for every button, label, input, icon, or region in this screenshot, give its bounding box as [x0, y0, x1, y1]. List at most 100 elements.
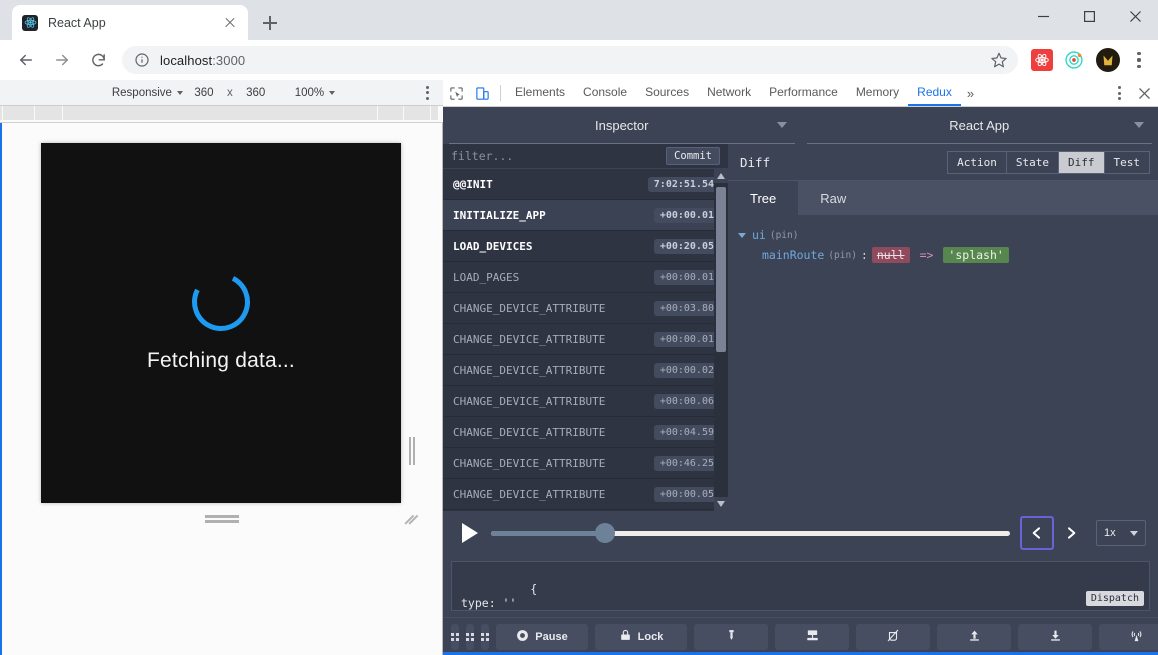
tree-node-pin[interactable]: (pin): [828, 250, 857, 261]
import-button[interactable]: [937, 623, 1011, 650]
tab-sources[interactable]: Sources: [636, 80, 698, 106]
scrollbar-thumb[interactable]: [716, 187, 726, 352]
bookmark-star-icon[interactable]: [990, 51, 1008, 69]
instance-select[interactable]: React App: [806, 107, 1152, 144]
close-icon[interactable]: [1112, 0, 1158, 32]
devtools-right-controls: [1108, 80, 1158, 106]
disable-button[interactable]: [856, 623, 930, 650]
action-timestamp: +00:46.25: [653, 455, 720, 471]
tab-test[interactable]: Test: [1103, 150, 1150, 174]
tree-node-pin[interactable]: (pin): [770, 230, 799, 241]
action-row[interactable]: CHANGE_DEVICE_ATTRIBUTE +00:03.80: [443, 293, 728, 324]
tab-network[interactable]: Network: [698, 80, 760, 106]
viewport-resize-handle-corner[interactable]: [403, 511, 419, 527]
tab-performance[interactable]: Performance: [760, 80, 847, 106]
kebab-menu-icon[interactable]: [1128, 47, 1150, 73]
viewport-resize-handle-bottom[interactable]: [205, 514, 239, 524]
action-row[interactable]: @@INIT 7:02:51.54: [443, 169, 728, 200]
new-tab-button[interactable]: [258, 11, 282, 35]
forward-arrow-icon[interactable]: [47, 45, 77, 75]
page-viewport-area: Fetching data...: [0, 123, 443, 655]
action-name: CHANGE_DEVICE_ATTRIBUTE: [453, 487, 606, 501]
action-timestamp: +00:00.01: [653, 269, 720, 285]
play-icon[interactable]: [455, 518, 485, 548]
action-row[interactable]: CHANGE_DEVICE_ATTRIBUTE +00:04.59: [443, 417, 728, 448]
tab-redux[interactable]: Redux: [908, 80, 961, 106]
minimize-icon[interactable]: [1020, 0, 1066, 32]
action-name: CHANGE_DEVICE_ATTRIBUTE: [453, 332, 606, 346]
redux-body: Commit @@INIT 7:02:51.54 INITIALIZE_APP …: [443, 144, 1158, 511]
search-input[interactable]: [451, 149, 667, 163]
address-bar[interactable]: localhost:3000: [122, 46, 1018, 74]
device-preset-select[interactable]: Responsive: [108, 87, 187, 99]
dispatcher-input[interactable]: { type: '' } Dispatch: [451, 561, 1150, 611]
devtools-tabbar: Elements Console Sources Network Perform…: [443, 80, 1158, 107]
step-back-button[interactable]: [1020, 516, 1054, 550]
layout-auto-button[interactable]: [481, 623, 489, 650]
action-row[interactable]: CHANGE_DEVICE_ATTRIBUTE +00:00.05: [443, 479, 728, 510]
tab-diff[interactable]: Diff: [1058, 150, 1104, 174]
device-height-input[interactable]: 360: [239, 86, 273, 100]
more-tabs-icon[interactable]: »: [961, 80, 980, 106]
scroll-up-icon[interactable]: [714, 169, 728, 183]
avatar[interactable]: [1096, 48, 1120, 72]
scroll-down-icon[interactable]: [714, 497, 728, 511]
react-devtools-extension-icon[interactable]: [1031, 49, 1053, 71]
action-row[interactable]: CHANGE_DEVICE_ATTRIBUTE +00:46.25: [443, 448, 728, 479]
record-circle-icon: [516, 629, 529, 645]
monitor-select[interactable]: Inspector: [449, 107, 795, 144]
browser-tab[interactable]: React App: [12, 5, 248, 40]
action-row[interactable]: INITIALIZE_APP +00:00.01: [443, 200, 728, 231]
subtab-tree[interactable]: Tree: [728, 181, 799, 215]
slider-thumb[interactable]: [595, 523, 616, 543]
remote-button[interactable]: [1099, 623, 1158, 650]
layout-vertical-button[interactable]: [451, 623, 459, 650]
loading-state: Fetching data...: [41, 143, 401, 503]
action-timestamp: +00:00.02: [653, 362, 720, 378]
lock-button[interactable]: Lock: [595, 623, 687, 650]
tab-state[interactable]: State: [1005, 150, 1058, 174]
action-row[interactable]: CHANGE_DEVICE_ATTRIBUTE +00:00.02: [443, 355, 728, 386]
tree-node-child[interactable]: mainRoute (pin) : null => 'splash': [738, 245, 1148, 265]
action-name: @@INIT: [453, 177, 493, 191]
step-forward-button[interactable]: [1054, 516, 1088, 550]
devtools-menu-icon[interactable]: [1108, 86, 1130, 100]
tree-node-root[interactable]: ui (pin): [738, 225, 1148, 245]
dispatch-button[interactable]: Dispatch: [1085, 591, 1144, 606]
maximize-icon[interactable]: [1066, 0, 1112, 32]
export-button[interactable]: [1018, 623, 1092, 650]
playback-speed-select[interactable]: 1x: [1096, 520, 1146, 546]
action-list-scrollbar[interactable]: [714, 169, 728, 511]
redux-devtools-extension-icon[interactable]: [1063, 49, 1085, 71]
tab-elements[interactable]: Elements: [506, 80, 574, 106]
filter-row: Commit: [443, 144, 728, 169]
tab-action[interactable]: Action: [947, 150, 1006, 174]
action-row[interactable]: LOAD_PAGES +00:00.01: [443, 262, 728, 293]
device-toolbar-icon[interactable]: [469, 80, 495, 106]
pin-button[interactable]: [694, 623, 768, 650]
device-zoom-select[interactable]: 100%: [295, 87, 336, 99]
persist-button[interactable]: [775, 623, 849, 650]
chevron-down-icon[interactable]: [738, 232, 746, 238]
reload-icon[interactable]: [83, 45, 113, 75]
tab-console[interactable]: Console: [574, 80, 636, 106]
browser-tabstrip-area: React App: [0, 0, 1158, 40]
layout-horizontal-button[interactable]: [466, 623, 474, 650]
viewport-resize-handle-right[interactable]: [408, 433, 416, 469]
inspector-subtabs: Tree Raw: [728, 181, 1158, 215]
tab-memory[interactable]: Memory: [847, 80, 908, 106]
action-row[interactable]: LOAD_DEVICES +00:20.05: [443, 231, 728, 262]
action-row[interactable]: CHANGE_DEVICE_ATTRIBUTE +00:00.06: [443, 386, 728, 417]
devtools-close-icon[interactable]: [1130, 87, 1158, 99]
inspect-element-icon[interactable]: [443, 80, 469, 106]
tab-close-icon[interactable]: [222, 15, 238, 31]
device-width-input[interactable]: 360: [187, 86, 221, 100]
timeline-slider[interactable]: [491, 523, 1010, 543]
padlock-icon: [619, 628, 632, 645]
device-toolbar-menu-icon[interactable]: [419, 83, 435, 103]
action-row[interactable]: CHANGE_DEVICE_ATTRIBUTE +00:00.01: [443, 324, 728, 355]
subtab-raw[interactable]: Raw: [798, 181, 868, 215]
commit-button[interactable]: Commit: [666, 147, 720, 165]
pause-button[interactable]: Pause: [496, 623, 588, 650]
back-arrow-icon[interactable]: [11, 45, 41, 75]
